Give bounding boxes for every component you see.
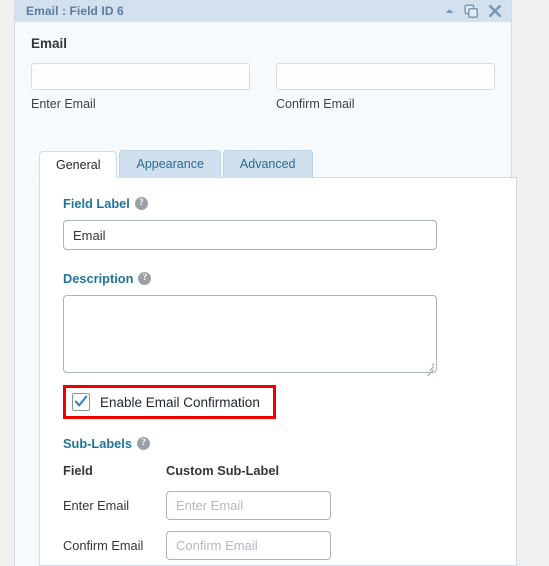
close-icon[interactable] (488, 4, 502, 18)
description-heading: Description ? (63, 271, 493, 286)
preview-field-label: Email (31, 36, 68, 51)
field-editor-panel: Email : Field ID 6 Email Enter Email Con… (14, 0, 517, 566)
duplicate-icon[interactable] (464, 3, 479, 19)
table-row: Enter Email (63, 491, 331, 531)
description-wrapper (63, 295, 437, 377)
enable-email-confirmation-label: Enable Email Confirmation (100, 394, 260, 410)
sub-labels-heading-text: Sub-Labels (63, 436, 132, 451)
sub-label-confirm-email-input[interactable] (166, 531, 331, 560)
sub-labels-heading: Sub-Labels ? (63, 436, 493, 451)
row-input-cell (166, 491, 331, 531)
row-field-enter-email: Enter Email (63, 498, 130, 513)
help-icon[interactable]: ? (136, 437, 150, 450)
field-label-heading-text: Field Label (63, 196, 130, 211)
preview-confirm-email-sublabel: Confirm Email (276, 97, 355, 111)
table-header-row: Field Custom Sub-Label (63, 463, 331, 491)
email-confirmation-highlight: Enable Email Confirmation (63, 385, 276, 419)
tab-advanced[interactable]: Advanced (222, 150, 313, 177)
help-icon[interactable]: ? (134, 197, 148, 210)
preview-inputs-row: Enter Email Confirm Email (31, 63, 495, 111)
panel-titlebar: Email : Field ID 6 (15, 0, 511, 22)
field-label-heading: Field Label ? (63, 196, 493, 211)
sub-labels-table-head: Field Custom Sub-Label (63, 463, 331, 491)
description-textarea[interactable] (63, 295, 437, 373)
sub-label-enter-email-input[interactable] (166, 491, 331, 520)
titlebar-actions (444, 3, 502, 19)
screen: Email : Field ID 6 Email Enter Email Con… (0, 0, 549, 566)
preview-enter-email-sublabel: Enter Email (31, 97, 96, 111)
enable-email-confirmation-checkbox[interactable] (72, 393, 90, 411)
table-row: Confirm Email (63, 531, 331, 565)
row-field-confirm-email: Confirm Email (63, 538, 144, 553)
row-input-cell (166, 531, 331, 565)
tab-appearance[interactable]: Appearance (119, 150, 221, 177)
sub-labels-table-body: Enter Email Confirm Email (63, 491, 331, 565)
preview-enter-email-group: Enter Email (31, 63, 250, 111)
sub-labels-table: Field Custom Sub-Label Enter Email Confi… (63, 463, 331, 565)
caret-up-icon[interactable] (444, 6, 455, 17)
panel-title: Email : Field ID 6 (26, 4, 124, 18)
help-icon[interactable]: ? (138, 272, 152, 285)
column-header-custom-sub-label: Custom Sub-Label (166, 463, 280, 478)
field-label-input[interactable] (63, 220, 437, 250)
settings-tabs: General Appearance Advanced (39, 150, 315, 178)
column-header-field: Field (63, 463, 93, 478)
tab-general[interactable]: General (39, 151, 118, 178)
preview-enter-email-input[interactable] (31, 63, 250, 90)
preview-confirm-email-group: Confirm Email (276, 63, 495, 111)
field-preview: Email Enter Email Confirm Email (15, 22, 511, 111)
tab-panel-general: Field Label ? Description ? (39, 177, 517, 566)
preview-confirm-email-input[interactable] (276, 63, 495, 90)
description-heading-text: Description (63, 271, 134, 286)
